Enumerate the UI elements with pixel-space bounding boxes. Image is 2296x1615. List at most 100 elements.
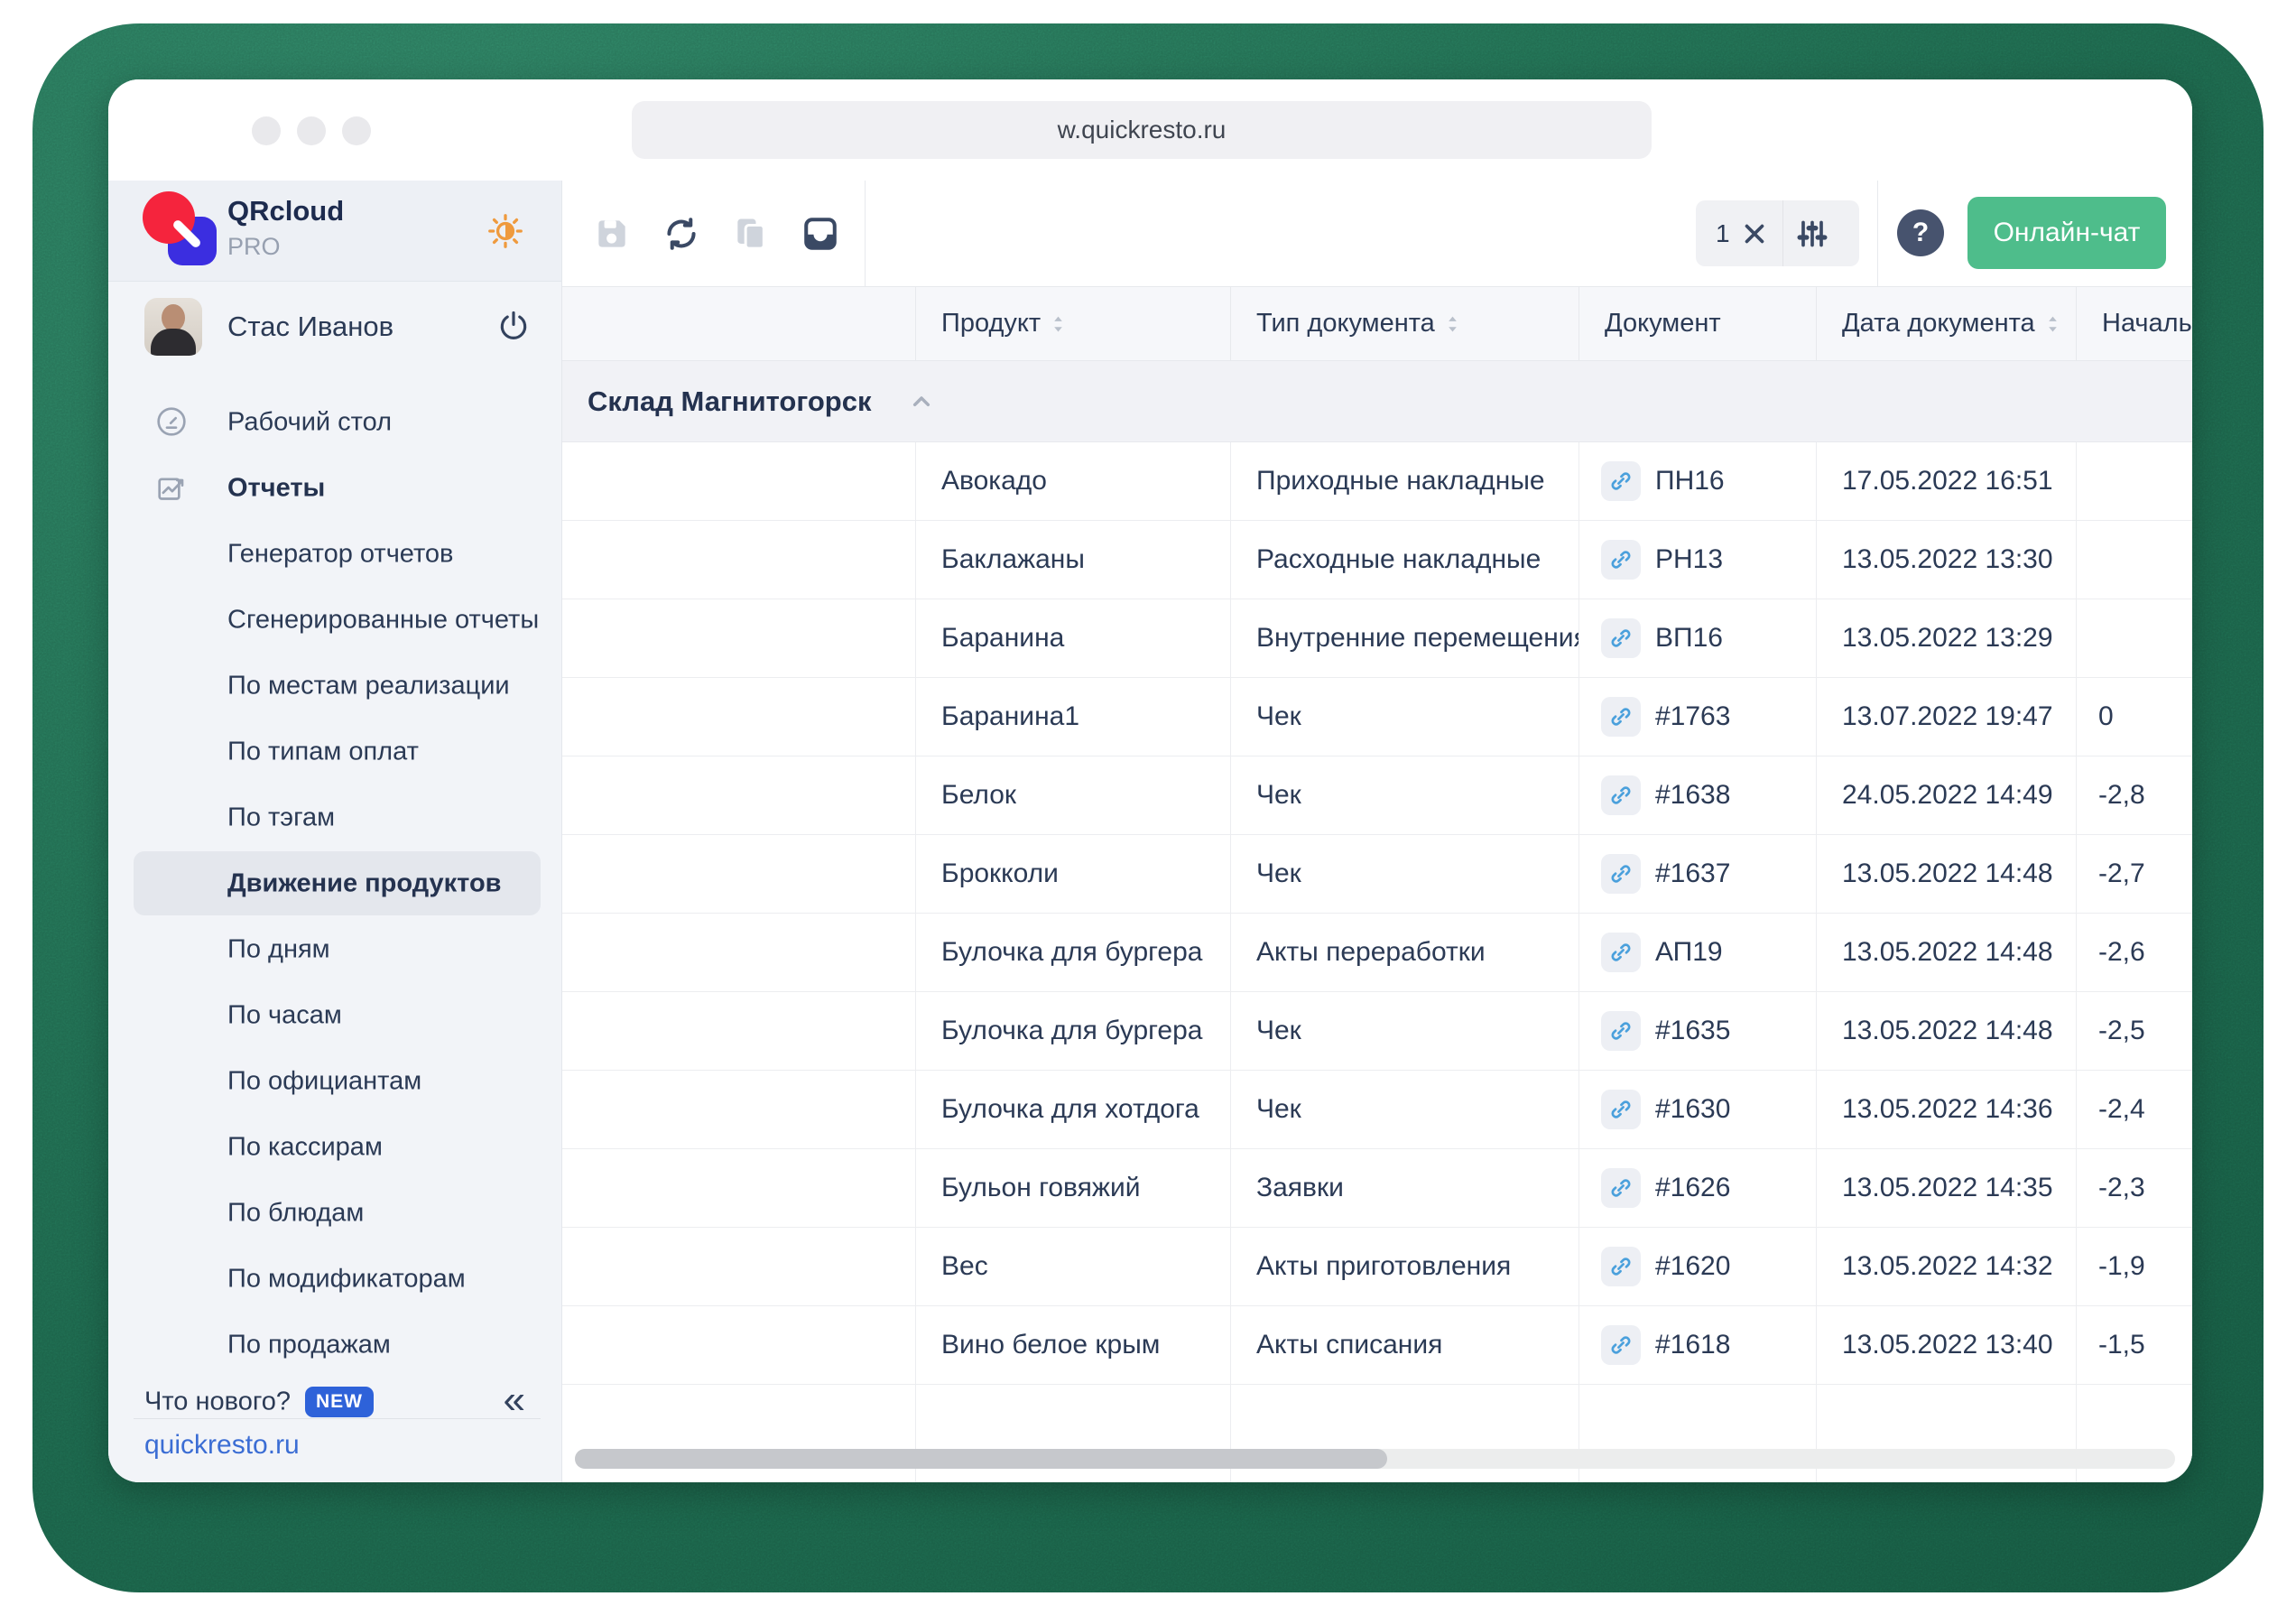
document-number[interactable]: #1635 — [1655, 1016, 1730, 1046]
cell-product: Баранина1 — [916, 678, 1231, 756]
sidebar-item-by-payment-types[interactable]: По типам оплат — [108, 719, 561, 784]
sidebar-item-by-cashiers[interactable]: По кассирам — [108, 1114, 561, 1180]
toolbar-separator-2 — [1877, 181, 1878, 286]
document-link-icon[interactable] — [1601, 540, 1641, 580]
cell-date: 13.05.2022 14:48 — [1817, 992, 2077, 1070]
sidebar-item-by-sales[interactable]: По продажам — [108, 1312, 561, 1378]
table-row: Белок Чек #1638 24.05.2022 14:49 -2,8 — [562, 756, 2192, 835]
document-link-icon[interactable] — [1601, 775, 1641, 815]
sidebar-collapse-icon[interactable]: « — [504, 1380, 525, 1420]
group-row-warehouse[interactable]: Склад Магнитогорск — [562, 361, 2192, 442]
document-link-icon[interactable] — [1601, 697, 1641, 737]
sidebar-item-reports[interactable]: Отчеты — [108, 455, 561, 521]
chevron-up-icon[interactable] — [907, 387, 936, 416]
address-bar[interactable]: w.quickresto.ru — [632, 101, 1652, 159]
online-chat-button[interactable]: Онлайн-чат — [1967, 197, 2166, 269]
inbox-tray-icon[interactable] — [801, 214, 840, 254]
help-question-icon: ? — [1912, 218, 1929, 248]
document-number[interactable]: ПН16 — [1655, 466, 1725, 497]
sidebar-item-by-tags[interactable]: По тэгам — [108, 784, 561, 850]
sort-icon[interactable] — [1446, 314, 1459, 334]
brand-name: QRcloud — [227, 195, 344, 227]
column-header-product[interactable]: Продукт — [916, 287, 1231, 360]
save-icon[interactable] — [592, 214, 632, 254]
cell-date: 13.05.2022 13:40 — [1817, 1306, 2077, 1384]
cell-product: Брокколи — [916, 835, 1231, 913]
cell-document: #1630 — [1579, 1071, 1817, 1148]
sidebar-item-by-sales-points[interactable]: По местам реализации — [108, 653, 561, 719]
document-number[interactable]: #1763 — [1655, 701, 1730, 732]
cell-product: Бульон говяжий — [916, 1149, 1231, 1227]
cell-initial: 0 — [2077, 678, 2192, 756]
row-spacer-cell — [562, 442, 916, 520]
sidebar-item-by-hours[interactable]: По часам — [108, 982, 561, 1048]
cell-document: #1637 — [1579, 835, 1817, 913]
cell-document: #1638 — [1579, 756, 1817, 834]
logout-power-icon[interactable] — [496, 309, 531, 343]
theme-toggle-sun-icon[interactable] — [486, 211, 525, 251]
cell-initial: -2,8 — [2077, 756, 2192, 834]
filter-count: 1 — [1716, 219, 1730, 248]
cell-document: #1626 — [1579, 1149, 1817, 1227]
document-number[interactable]: #1620 — [1655, 1251, 1730, 1282]
sidebar-item-by-dishes[interactable]: По блюдам — [108, 1180, 561, 1246]
horizontal-scrollbar-track[interactable] — [575, 1449, 2175, 1469]
sidebar-nav: Рабочий стол Отчеты Генератор отчетов Сг… — [108, 389, 561, 1378]
document-number[interactable]: АП19 — [1655, 937, 1723, 968]
document-number[interactable]: #1630 — [1655, 1094, 1730, 1125]
cell-product: Булочка для бургера — [916, 914, 1231, 991]
document-link-icon[interactable] — [1601, 933, 1641, 972]
window-zoom-button[interactable] — [342, 116, 371, 145]
brand-plan: PRO — [227, 233, 281, 261]
sidebar-item-generated-reports[interactable]: Сгенерированные отчеты — [108, 587, 561, 653]
copy-icon[interactable] — [731, 214, 771, 254]
document-link-icon[interactable] — [1601, 461, 1641, 501]
document-link-icon[interactable] — [1601, 1247, 1641, 1286]
refresh-icon[interactable] — [662, 214, 701, 254]
column-header-document[interactable]: Документ — [1579, 287, 1817, 360]
cell-date: 24.05.2022 14:49 — [1817, 756, 2077, 834]
window-minimize-button[interactable] — [297, 116, 326, 145]
row-spacer-cell — [562, 1228, 916, 1305]
document-number[interactable]: #1637 — [1655, 859, 1730, 889]
document-link-icon[interactable] — [1601, 1011, 1641, 1051]
document-link-icon[interactable] — [1601, 1325, 1641, 1365]
document-link-icon[interactable] — [1601, 1168, 1641, 1208]
row-spacer-cell — [562, 756, 916, 834]
window-close-button[interactable] — [252, 116, 281, 145]
table-row: Вес Акты приготовления #1620 13.05.2022 … — [562, 1228, 2192, 1306]
document-link-icon[interactable] — [1601, 618, 1641, 658]
filter-sliders-icon[interactable] — [1794, 216, 1830, 252]
sort-icon[interactable] — [2046, 314, 2060, 334]
sidebar-item-product-movement[interactable]: Движение продуктов — [108, 850, 561, 916]
clear-filter-icon[interactable] — [1739, 218, 1770, 249]
sort-icon[interactable] — [1051, 314, 1065, 334]
column-header-doc-type[interactable]: Тип документа — [1231, 287, 1579, 360]
cell-product: Белок — [916, 756, 1231, 834]
user-profile-row[interactable]: Стас Иванов — [108, 282, 561, 370]
cell-initial — [2077, 442, 2192, 520]
whats-new-row[interactable]: Что нового? NEW « — [108, 1374, 561, 1430]
sidebar-item-report-generator[interactable]: Генератор отчетов — [108, 521, 561, 587]
sidebar-item-by-days[interactable]: По дням — [108, 916, 561, 982]
document-number[interactable]: #1618 — [1655, 1330, 1730, 1360]
cell-date: 13.05.2022 14:48 — [1817, 835, 2077, 913]
table-row: Баранина1 Чек #1763 13.07.2022 19:47 0 — [562, 678, 2192, 756]
document-link-icon[interactable] — [1601, 854, 1641, 894]
document-number[interactable]: #1626 — [1655, 1173, 1730, 1203]
cell-doc-type: Приходные накладные — [1231, 442, 1579, 520]
sidebar-item-by-modifiers[interactable]: По модификаторам — [108, 1246, 561, 1312]
document-number[interactable]: #1638 — [1655, 780, 1730, 811]
table-header: Продукт Тип документа Документ Дата доку… — [562, 287, 2192, 361]
horizontal-scrollbar-thumb[interactable] — [575, 1449, 1387, 1469]
sidebar-item-by-waiters[interactable]: По официантам — [108, 1048, 561, 1114]
sidebar-item-dashboard[interactable]: Рабочий стол — [108, 389, 561, 455]
document-link-icon[interactable] — [1601, 1090, 1641, 1129]
row-spacer-cell — [562, 914, 916, 991]
help-button[interactable]: ? — [1897, 209, 1944, 256]
document-number[interactable]: ВП16 — [1655, 623, 1723, 654]
column-header-doc-date[interactable]: Дата документа — [1817, 287, 2077, 360]
document-number[interactable]: РН13 — [1655, 544, 1723, 575]
site-link[interactable]: quickresto.ru — [144, 1430, 300, 1461]
column-header-initial[interactable]: Начальн. — [2077, 287, 2192, 360]
